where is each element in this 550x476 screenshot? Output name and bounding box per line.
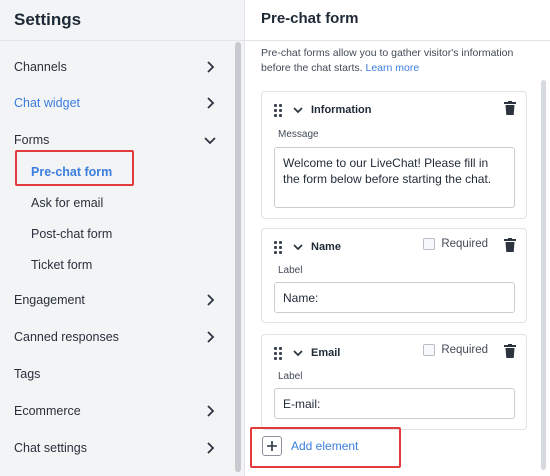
sidebar-item-label: Post-chat form	[31, 227, 113, 241]
page-title: Pre-chat form	[261, 10, 359, 27]
required-toggle[interactable]: Required	[423, 344, 488, 356]
sidebar-item-tags[interactable]: Tags	[0, 358, 232, 390]
chevron-right-icon	[202, 95, 218, 111]
drag-handle-icon[interactable]	[274, 241, 284, 254]
card-title: Name	[311, 241, 341, 253]
sidebar-item-engagement[interactable]: Engagement	[0, 284, 232, 316]
required-label: Required	[441, 238, 488, 250]
settings-window: Settings Channels Chat widget Forms Pre-…	[0, 0, 550, 476]
sidebar-item-label: Ecommerce	[14, 404, 81, 418]
sidebar-scrollbar-thumb[interactable]	[235, 42, 241, 472]
sidebar-item-label: Channels	[14, 60, 67, 74]
sidebar-item-label: Canned responses	[14, 330, 119, 344]
card-header: Email	[274, 345, 340, 361]
sidebar-item-label: Engagement	[14, 293, 85, 307]
highlight-box	[15, 150, 134, 186]
chevron-right-icon	[202, 59, 218, 75]
main-scrollbar-thumb[interactable]	[541, 80, 546, 470]
required-toggle[interactable]: Required	[423, 238, 488, 250]
field-label: Message	[278, 129, 319, 140]
sidebar-item-post-chat-form[interactable]: Post-chat form	[0, 218, 232, 250]
trash-icon[interactable]	[504, 344, 516, 358]
chevron-down-icon[interactable]	[292, 347, 304, 359]
sidebar-item-ecommerce[interactable]: Ecommerce	[0, 395, 232, 427]
sidebar-item-label: Chat widget	[14, 96, 81, 110]
drag-handle-icon[interactable]	[274, 347, 284, 360]
sidebar-item-chat-settings[interactable]: Chat settings	[0, 432, 232, 464]
email-label-input[interactable]: E-mail:	[274, 388, 515, 419]
form-element-card: Name Required Label Name:	[261, 228, 527, 323]
chevron-right-icon	[202, 329, 218, 345]
sidebar-item-label: Forms	[14, 133, 50, 147]
sidebar-item-chat-widget[interactable]: Chat widget	[0, 87, 232, 119]
drag-handle-icon[interactable]	[274, 104, 284, 117]
chevron-right-icon	[202, 292, 218, 308]
highlight-box	[250, 427, 401, 468]
card-header: Name	[274, 239, 341, 255]
sidebar-item-ask-for-email[interactable]: Ask for email	[0, 187, 232, 219]
chevron-down-icon	[202, 132, 218, 148]
chevron-down-icon[interactable]	[292, 104, 304, 116]
name-label-input[interactable]: Name:	[274, 282, 515, 313]
sidebar-scrollbar[interactable]	[234, 40, 242, 476]
sidebar-item-channels[interactable]: Channels	[0, 51, 232, 83]
sidebar-header: Settings	[0, 0, 244, 41]
field-label: Label	[278, 265, 303, 276]
required-label: Required	[441, 344, 488, 356]
chevron-down-icon[interactable]	[292, 241, 304, 253]
sidebar-item-label: Ask for email	[31, 196, 104, 210]
card-title: Information	[311, 104, 372, 116]
field-label: Label	[278, 371, 303, 382]
page-description: Pre-chat forms allow you to gather visit…	[261, 46, 533, 76]
trash-icon[interactable]	[504, 101, 516, 115]
sidebar-title: Settings	[14, 10, 82, 29]
sidebar-item-ticket-form[interactable]: Ticket form	[0, 249, 232, 281]
card-title: Email	[311, 347, 341, 359]
card-header: Information	[274, 102, 372, 118]
form-element-card: Information Message Welcome to our LiveC…	[261, 91, 527, 219]
trash-icon[interactable]	[504, 238, 516, 252]
sidebar-item-label: Ticket form	[31, 258, 93, 272]
sidebar: Settings Channels Chat widget Forms Pre-…	[0, 0, 245, 476]
sidebar-item-canned-responses[interactable]: Canned responses	[0, 321, 232, 353]
main-scrollbar[interactable]	[541, 80, 547, 476]
sidebar-item-label: Chat settings	[14, 441, 87, 455]
chevron-right-icon	[202, 440, 218, 456]
sidebar-item-label: Tags	[14, 367, 41, 381]
form-element-card: Email Required Label E-mail:	[261, 334, 527, 430]
learn-more-link[interactable]: Learn more	[365, 62, 419, 74]
main-header: Pre-chat form	[245, 0, 550, 41]
required-checkbox[interactable]	[423, 238, 436, 250]
message-textarea[interactable]: Welcome to our LiveChat! Please fill in …	[274, 147, 515, 208]
required-checkbox[interactable]	[423, 344, 436, 356]
chevron-right-icon	[202, 403, 218, 419]
